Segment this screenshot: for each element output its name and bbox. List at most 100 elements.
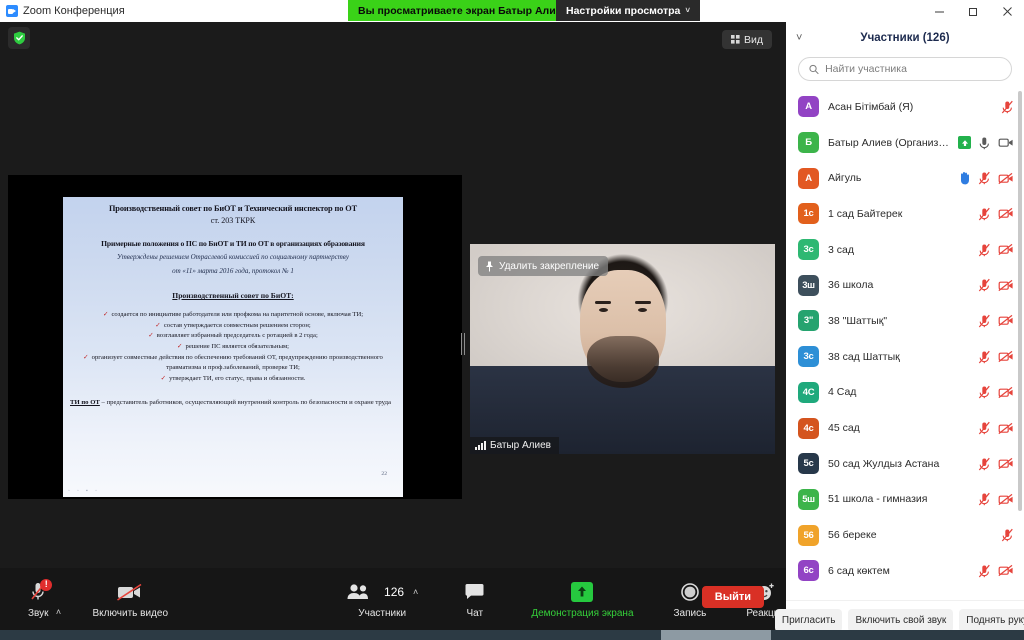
meeting-toolbar: ! Звук ˄ Включить видео 126 ˄ Участники …	[0, 568, 786, 630]
slide-bullet-text: решение ПС является обязательным;	[185, 342, 290, 350]
participant-name: 51 школа - гимназия	[828, 493, 928, 506]
signal-strength-icon	[475, 440, 486, 450]
participant-search-box[interactable]	[798, 57, 1012, 81]
slide-italic-2: от «11» марта 2016 года, протокол № 1	[172, 267, 294, 276]
participant-status-icons	[978, 492, 1014, 506]
participant-row[interactable]: 3ш 36 школа	[786, 267, 1024, 303]
participants-label: Участники	[358, 607, 407, 619]
chat-bubble-icon	[464, 580, 485, 604]
participant-row[interactable]: Б Батыр Алиев (Организатор)	[786, 125, 1024, 161]
taskbar-active-window[interactable]	[661, 630, 771, 640]
camera-muted-icon	[998, 351, 1013, 363]
start-video-label: Включить видео	[92, 607, 169, 619]
participant-status-icons	[978, 350, 1014, 364]
participant-row[interactable]: 3" 38 "Шаттық"	[786, 303, 1024, 339]
security-shield-icon[interactable]	[8, 27, 30, 49]
participant-row[interactable]: А Айгуль	[786, 160, 1024, 196]
participant-name: 38 сад Шаттық	[828, 350, 900, 363]
share-screen-button[interactable]: Демонстрация экрана	[525, 568, 639, 630]
os-taskbar[interactable]	[0, 630, 1024, 640]
participants-panel-header: ˅ Участники (126)	[786, 22, 1024, 54]
mic-on-icon	[979, 137, 989, 149]
mic-muted-icon	[978, 243, 990, 256]
participant-row[interactable]: 5ш 51 школа - гимназия	[786, 482, 1024, 518]
maximize-button[interactable]	[956, 0, 990, 22]
camera-muted-icon	[115, 580, 145, 604]
audio-warning-badge: !	[40, 578, 53, 591]
camera-muted-icon	[998, 315, 1013, 327]
close-button[interactable]	[990, 0, 1024, 22]
panel-drag-handle[interactable]	[461, 333, 465, 355]
participant-row[interactable]: 56 56 береке	[786, 517, 1024, 553]
mic-muted-icon	[978, 457, 990, 471]
slide-bullet-item: ✓ создается по инициативе работодателя ил…	[70, 310, 396, 321]
participant-row[interactable]: 4с 45 сад	[786, 410, 1024, 446]
participants-panel-title: Участники (126)	[860, 32, 950, 44]
slide-footer-bold: ТИ по ОТ	[70, 398, 100, 406]
participant-name: 38 "Шаттық"	[828, 314, 888, 327]
minimize-button[interactable]	[922, 0, 956, 22]
mic-muted-icon	[978, 350, 990, 364]
start-video-button[interactable]: Включить видео	[87, 568, 175, 630]
participant-status-icons	[978, 385, 1014, 399]
mic-muted-icon	[978, 421, 990, 435]
participant-row[interactable]: 3с 38 сад Шаттық	[786, 339, 1024, 375]
camera-muted-icon	[998, 493, 1013, 505]
participant-row[interactable]: 4С 4 Сад	[786, 375, 1024, 411]
view-settings-button[interactable]: Настройки просмотра ˅	[556, 0, 701, 21]
invite-button[interactable]: Пригласить	[774, 609, 843, 632]
camera-muted-icon	[998, 172, 1013, 184]
mic-muted-icon	[978, 564, 990, 578]
participant-name: 3 сад	[828, 243, 854, 256]
participant-name: Айгуль	[828, 172, 862, 185]
participant-row[interactable]: 3с 3 сад	[786, 232, 1024, 268]
participant-avatar: 4С	[798, 381, 819, 403]
camera-muted-icon	[998, 565, 1013, 577]
participant-row[interactable]: 5с 50 сад Жулдыз Астана	[786, 446, 1024, 482]
participant-avatar: 6с	[798, 560, 819, 582]
participants-list[interactable]: А Асан Бітімбай (Я) Б Батыр Алиев (Организ…	[786, 89, 1024, 600]
leave-meeting-button[interactable]: Выйти	[701, 586, 764, 608]
participant-name: 36 школа	[828, 279, 874, 292]
screen-share-banner: Вы просматриваете экран Батыр Алиев	[348, 0, 578, 21]
participant-row[interactable]: 1с 1 сад Байтерек	[786, 196, 1024, 232]
participant-search-wrapper	[786, 54, 1024, 89]
participant-name: 4 Сад	[828, 386, 857, 399]
unpin-label: Удалить закрепление	[499, 260, 600, 272]
screen-share-banner-label: Вы просматриваете экран Батыр Алиев	[358, 4, 568, 17]
search-icon	[809, 64, 819, 74]
panel-collapse-button[interactable]: ˅	[796, 32, 802, 44]
participant-row[interactable]: 6с 6 сад көктем	[786, 553, 1024, 589]
participants-scrollbar[interactable]	[1018, 91, 1022, 511]
participant-status-icons	[1001, 100, 1014, 114]
participant-name: Батыр Алиев (Организатор)	[828, 136, 949, 149]
participants-button[interactable]: 126 ˄ Участники	[340, 568, 424, 630]
slide-heading-3: Производственный совет по БиОТ:	[172, 290, 294, 300]
chevron-up-icon: ˄	[413, 586, 419, 597]
participant-name: 6 сад көктем	[828, 564, 890, 577]
audio-options-caret[interactable]: ˄	[53, 568, 65, 630]
audio-button[interactable]: ! Звук	[22, 568, 55, 630]
participant-avatar: 1с	[798, 203, 819, 225]
participants-count: 126	[384, 584, 405, 599]
chat-button[interactable]: Чат	[458, 568, 491, 630]
slide-footer-text: – представитель работников, осуществляющ…	[99, 398, 391, 406]
mic-muted-icon	[1001, 100, 1013, 114]
participant-status-icons	[978, 278, 1014, 292]
unpin-button[interactable]: Удалить закрепление	[478, 256, 609, 276]
participant-row[interactable]: А Асан Бітімбай (Я)	[786, 89, 1024, 125]
microphone-muted-icon: !	[30, 578, 53, 604]
slide-bullet-item: ✓ организует совместные действия по обесп…	[70, 353, 396, 374]
active-speaker-video-tile[interactable]: Удалить закрепление Батыр Алиев	[470, 244, 775, 454]
shared-screen-area[interactable]: Производственный совет по БиОТ и Техниче…	[8, 175, 462, 499]
participant-search-input[interactable]	[825, 63, 1001, 75]
raise-hand-button[interactable]: Поднять руку	[959, 609, 1024, 632]
participant-avatar: 3с	[798, 239, 819, 261]
unmute-self-button[interactable]: Включить свой звук	[848, 609, 954, 632]
participant-avatar: А	[798, 167, 819, 189]
participant-name: Асан Бітімбай (Я)	[828, 100, 914, 113]
participant-name: 1 сад Байтерек	[828, 207, 903, 220]
view-layout-button[interactable]: Вид	[722, 30, 772, 49]
grid-view-icon	[731, 35, 740, 44]
mic-muted-icon	[1001, 528, 1013, 542]
